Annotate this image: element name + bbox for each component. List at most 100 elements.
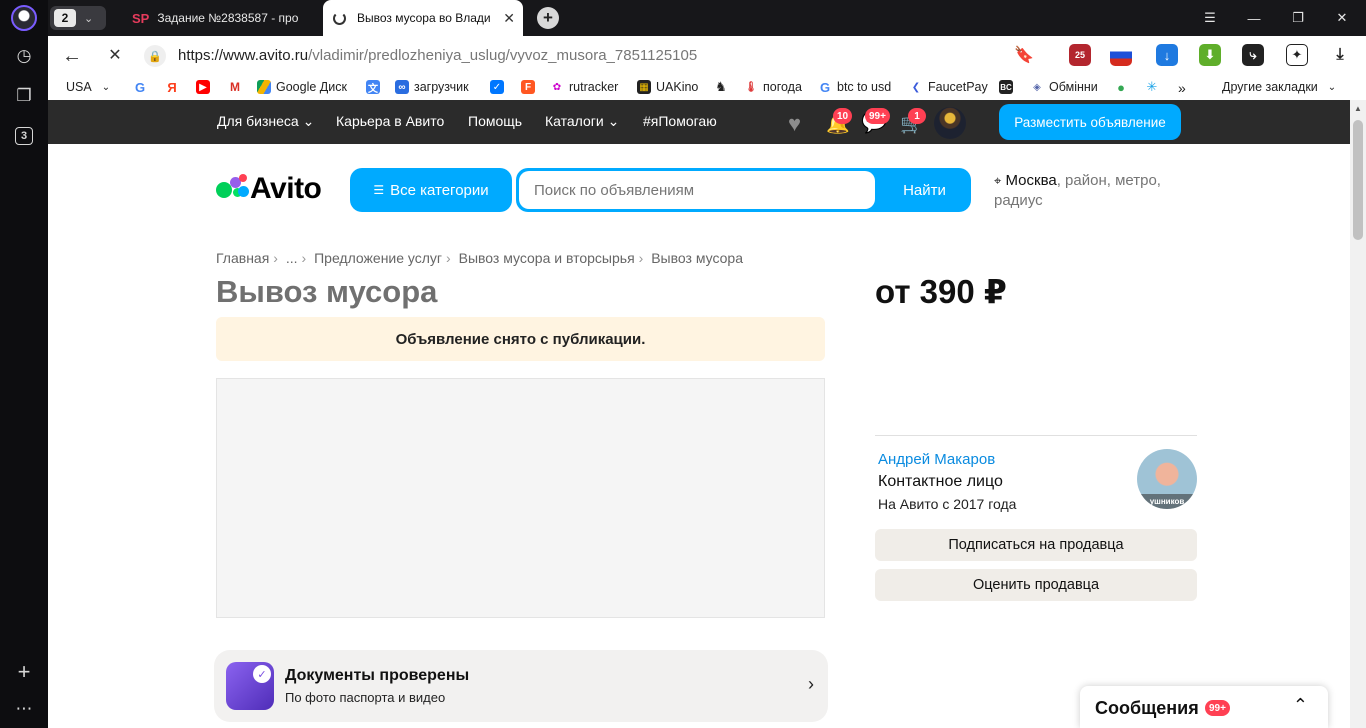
seller-name[interactable]: Андрей Макаров	[878, 451, 995, 468]
history-icon[interactable]: ◷	[12, 44, 36, 68]
chevron-right-icon: ›	[808, 674, 814, 694]
bookmark-yandex[interactable]: Я	[165, 80, 184, 95]
bookmarks-bar: USA ⌄ G Я ▶ M Google Диск 文 ∞ загрузчик ✓ …	[48, 76, 1366, 100]
vpn-extension-icon[interactable]	[1110, 44, 1132, 66]
collections-icon[interactable]: ❐	[12, 84, 36, 108]
search-button[interactable]: Найти	[878, 168, 971, 212]
categories-label: Все категории	[390, 181, 489, 199]
gmail-icon: M	[228, 80, 242, 94]
cart-badge: 1	[908, 108, 926, 124]
avito-logo[interactable]: Avito	[216, 172, 336, 208]
more-icon[interactable]: ⋯	[12, 697, 36, 721]
bookmarks-more-button[interactable]: »	[1178, 80, 1186, 96]
bookmark-star[interactable]: ✳	[1145, 79, 1164, 94]
chevron-up-icon[interactable]: ⌃	[1293, 695, 1308, 716]
downloader-extension-icon[interactable]: ⬇	[1199, 44, 1221, 66]
messages-badge: 99+	[865, 108, 890, 124]
extension-icon[interactable]: ⤷	[1242, 44, 1264, 66]
stop-loading-icon[interactable]: ✕	[104, 45, 126, 67]
seller-avatar[interactable]: ушников	[1137, 449, 1197, 509]
breadcrumb-ellipsis[interactable]: ...	[286, 250, 298, 266]
other-bookmarks[interactable]: Другие закладки ⌄	[1222, 80, 1336, 94]
breadcrumb-waste-removal[interactable]: Вывоз мусора и вторсырья	[459, 250, 635, 266]
uakino-icon: ▦	[637, 80, 651, 94]
minimize-icon[interactable]: —	[1232, 0, 1276, 36]
all-categories-button[interactable]: ☰ Все категории	[350, 168, 512, 212]
check-icon: ✓	[253, 665, 271, 683]
messages-widget[interactable]: Сообщения 99+ ⌃	[1080, 686, 1328, 728]
breadcrumb-separator: ›	[301, 250, 307, 266]
location-pin-icon: ⌖	[994, 173, 1002, 188]
f-icon: F	[521, 80, 535, 94]
bookmark-rutracker[interactable]: ✿ rutracker	[550, 80, 618, 94]
add-panel-icon[interactable]: +	[12, 659, 36, 684]
breadcrumb-separator: ›	[638, 250, 644, 266]
page-scrollbar[interactable]: ▲	[1350, 100, 1366, 728]
logo-dot-red-icon	[239, 174, 247, 182]
post-ad-button[interactable]: Разместить объявление	[999, 104, 1181, 140]
downloads-icon[interactable]: ⤓	[1329, 44, 1351, 66]
close-window-icon[interactable]: ✕	[1320, 0, 1364, 36]
tabs-counter-icon[interactable]: 3	[15, 127, 33, 145]
bookmark-faucetpay[interactable]: ❮ FaucetPay	[909, 80, 988, 94]
menu-icon[interactable]: ☰	[1188, 0, 1232, 36]
location-selector[interactable]: ⌖ Москва, район, метро, радиус	[994, 171, 1194, 211]
rate-seller-button[interactable]: Оценить продавца	[875, 569, 1197, 601]
breadcrumb-services[interactable]: Предложение услуг	[314, 250, 442, 266]
lock-icon[interactable]: 🔒	[144, 45, 166, 67]
favorites-heart-icon[interactable]: ♥	[788, 111, 801, 137]
download-extension-icon[interactable]: ↓	[1156, 44, 1178, 66]
bookmark-usa[interactable]: USA ⌄	[66, 80, 110, 94]
faucet-icon: ❮	[909, 80, 923, 94]
scrollbar-thumb[interactable]	[1353, 120, 1363, 240]
browser-window: ◷ ❐ 3 + ⋯ 2 ⌄ SP Задание №2838587 - про …	[0, 0, 1366, 728]
bookmark-label: USA	[66, 80, 92, 94]
url-host: https://www.avito.ru	[178, 47, 309, 64]
bookmark-gmail[interactable]: M	[228, 80, 247, 94]
bookmark-google-drive[interactable]: Google Диск	[257, 80, 347, 94]
breadcrumb-home[interactable]: Главная	[216, 250, 269, 266]
bookmark-google[interactable]: G	[133, 80, 152, 95]
restore-icon[interactable]: ❐	[1276, 0, 1320, 36]
tab-avito-active[interactable]: Вывоз мусора во Влади ✕	[323, 0, 523, 36]
bookmark-loader[interactable]: ∞ загрузчик	[395, 80, 469, 94]
bookmark-youtube[interactable]: ▶	[196, 80, 215, 94]
new-tab-button[interactable]: +	[537, 7, 559, 29]
nav-help[interactable]: Помощь	[468, 113, 522, 129]
logo-text: Avito	[250, 172, 322, 205]
documents-verified-card[interactable]: ✓ Документы проверены По фото паспорта и…	[214, 650, 828, 722]
bookmark-vk[interactable]: ✓	[490, 80, 509, 94]
bookmark-translate[interactable]: 文	[366, 80, 385, 95]
back-icon[interactable]: ←	[61, 45, 83, 67]
breadcrumb-current[interactable]: Вывоз мусора	[651, 250, 743, 266]
price: от 390 ₽	[875, 273, 1007, 310]
profile-icon[interactable]	[11, 5, 37, 31]
browser-sidebar: ◷ ❐ 3 + ⋯	[0, 0, 48, 728]
user-avatar[interactable]	[934, 107, 966, 139]
nav-career[interactable]: Карьера в Авито	[336, 113, 444, 129]
search-input[interactable]	[519, 171, 875, 209]
bookmark-f[interactable]: F	[521, 80, 540, 94]
close-tab-icon[interactable]: ✕	[503, 10, 515, 27]
bookmark-uakino[interactable]: ▦ UAKino	[637, 80, 698, 94]
bookmark-exchange[interactable]: ◈ Обмінни	[1030, 80, 1098, 94]
address-bar: ← ✕ 🔒 https://www.avito.ru/vladimir/pred…	[48, 36, 1366, 76]
bookmark-chess[interactable]: ♞	[714, 79, 733, 94]
nav-ya-pomogayu[interactable]: #яПомогаю	[643, 113, 717, 129]
bookmark-weather[interactable]: 🌡 погода	[744, 80, 802, 94]
sparkle-icon: ✳	[1145, 79, 1159, 94]
subscribe-seller-button[interactable]: Подписаться на продавца	[875, 529, 1197, 561]
nav-catalogs[interactable]: Каталоги ⌄	[545, 113, 619, 130]
tab-zadanie[interactable]: SP Задание №2838587 - про	[124, 0, 320, 36]
bookmark-page-icon[interactable]: 🔖	[1013, 44, 1035, 66]
calendar-extension-icon[interactable]: 25	[1069, 44, 1091, 66]
url-field[interactable]: https://www.avito.ru/vladimir/predlozhen…	[178, 47, 697, 64]
bookmark-bc[interactable]: BC	[999, 80, 1018, 94]
nav-business[interactable]: Для бизнеса ⌄	[217, 113, 314, 130]
extensions-puzzle-icon[interactable]: ✦	[1286, 44, 1308, 66]
scroll-up-icon[interactable]: ▲	[1354, 104, 1362, 113]
tab-group-button[interactable]: 2 ⌄	[50, 6, 106, 30]
bookmark-maps[interactable]: ●	[1114, 80, 1133, 95]
bookmark-btc[interactable]: Gbtc to usd	[818, 80, 891, 95]
bookmark-label: Google Диск	[276, 80, 347, 94]
